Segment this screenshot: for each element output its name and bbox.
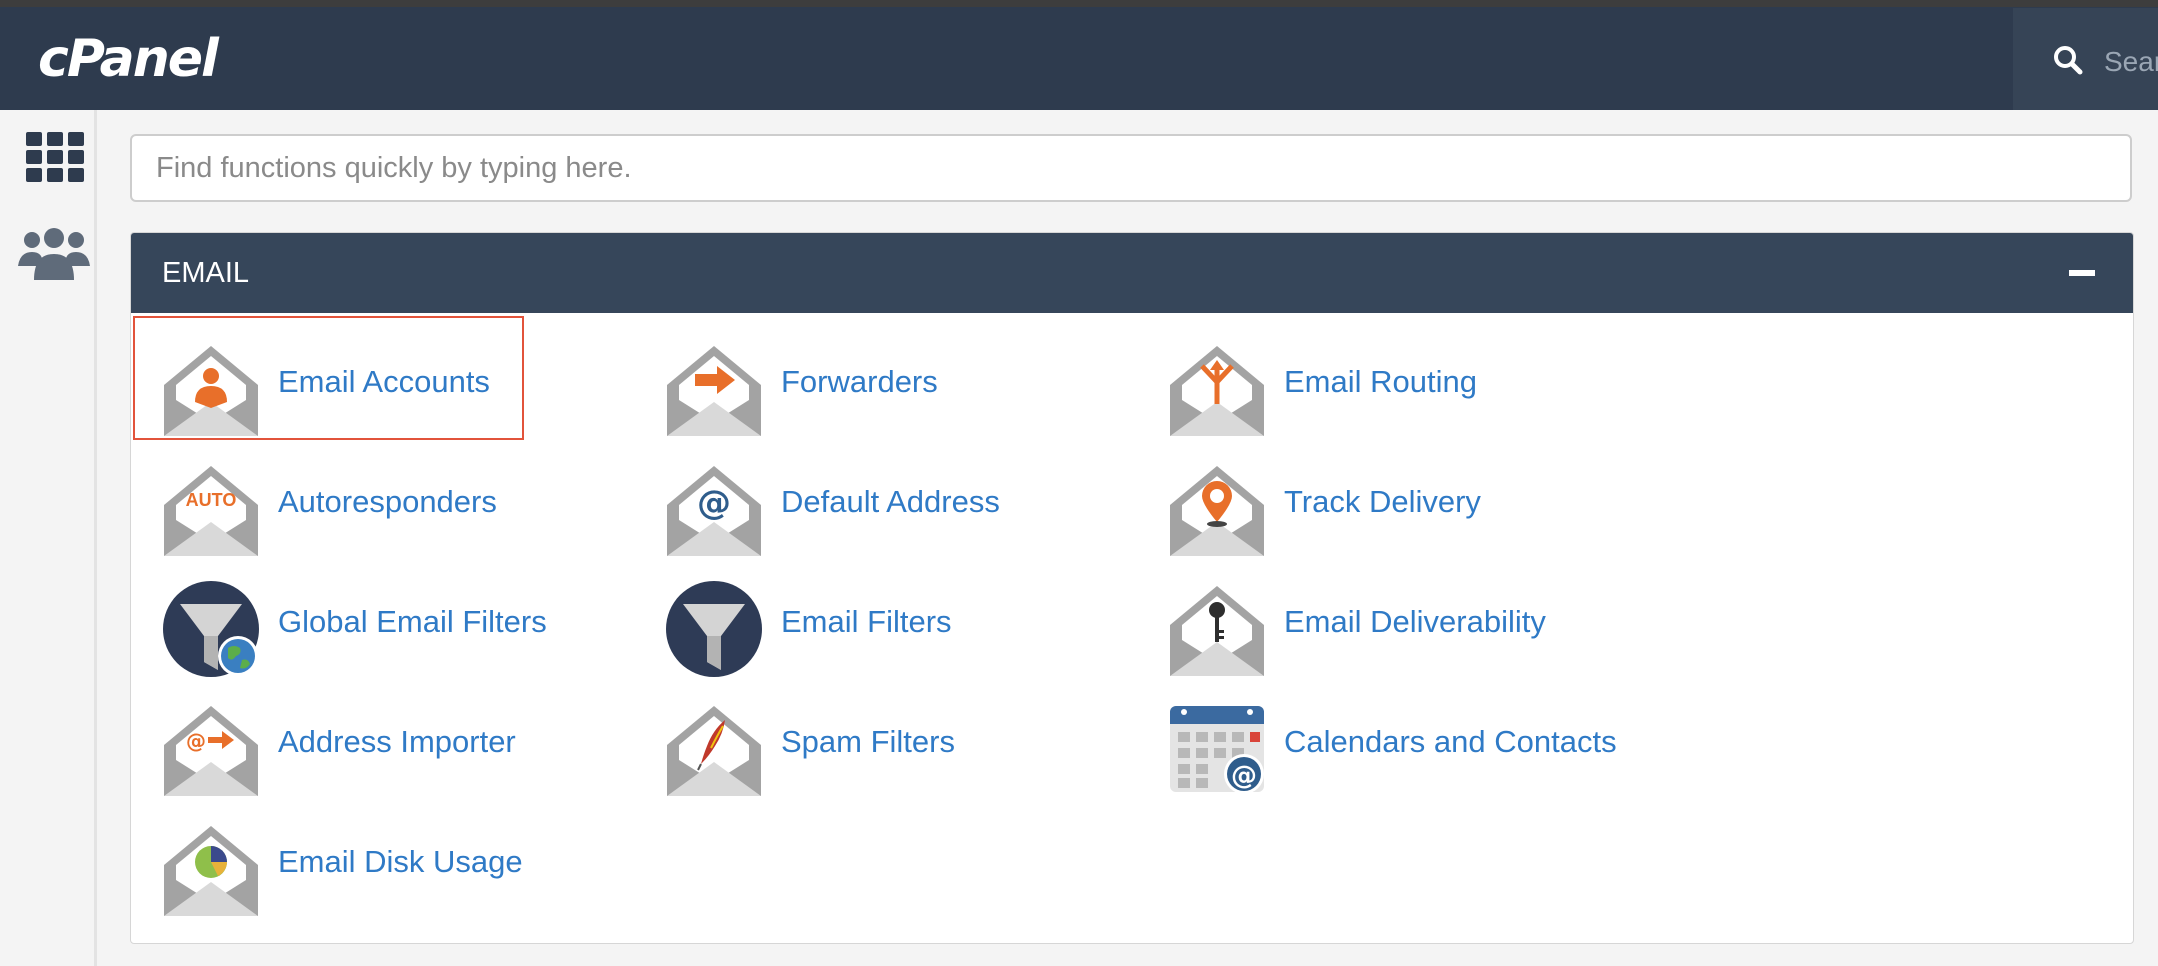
email-disk-usage-link[interactable]: Email Disk Usage: [135, 798, 535, 918]
email-disk-usage-icon: [164, 826, 258, 916]
email-accounts-link[interactable]: Email Accounts: [133, 316, 524, 440]
email-section: EMAIL Email Accounts Forwarders Email Ro…: [130, 232, 2134, 944]
header-search-placeholder: Search: [2104, 46, 2158, 77]
grid-icon[interactable]: [26, 132, 84, 182]
section-header[interactable]: EMAIL: [131, 233, 2133, 313]
track-delivery-link[interactable]: Track Delivery: [1141, 438, 1541, 558]
autoresponders-icon: AUTO: [164, 466, 258, 556]
spam-filters-link[interactable]: Spam Filters: [638, 678, 1038, 798]
global-email-filters-icon: [163, 581, 259, 677]
calendars-contacts-link[interactable]: @ Calendars and Contacts: [1141, 678, 1617, 798]
item-label: Email Routing: [1284, 364, 1477, 399]
email-routing-link[interactable]: Email Routing: [1141, 318, 1541, 438]
item-label: Forwarders: [781, 364, 938, 399]
svg-text:@: @: [697, 483, 731, 523]
item-label: Track Delivery: [1284, 484, 1481, 519]
svg-text:@: @: [1231, 761, 1257, 791]
forwarders-icon: [667, 346, 761, 436]
item-label: Default Address: [781, 484, 1000, 519]
item-label: Email Deliverability: [1284, 604, 1546, 639]
quick-search-input[interactable]: [130, 134, 2132, 202]
calendars-contacts-icon: @: [1170, 706, 1264, 794]
default-address-link[interactable]: @ Default Address: [638, 438, 1038, 558]
item-label: Email Disk Usage: [278, 844, 523, 879]
svg-text:@: @: [186, 729, 206, 753]
item-label: Global Email Filters: [278, 604, 547, 639]
users-icon[interactable]: [18, 228, 90, 280]
item-label: Email Accounts: [278, 364, 490, 399]
collapse-icon[interactable]: [2069, 270, 2095, 276]
svg-text:AUTO: AUTO: [186, 490, 237, 510]
item-label: Spam Filters: [781, 724, 955, 759]
sidebar: [0, 110, 97, 966]
default-address-icon: @: [667, 466, 761, 556]
email-accounts-icon: [164, 346, 258, 436]
track-delivery-icon: [1170, 466, 1264, 556]
email-deliverability-icon: [1170, 586, 1264, 676]
email-filters-link[interactable]: Email Filters: [638, 558, 1038, 678]
item-label: Address Importer: [278, 724, 516, 759]
item-label: Autoresponders: [278, 484, 497, 519]
section-title: EMAIL: [162, 257, 250, 289]
address-importer-icon: @: [164, 706, 258, 796]
address-importer-link[interactable]: @ Address Importer: [135, 678, 535, 798]
forwarders-link[interactable]: Forwarders: [638, 318, 1038, 438]
top-border: [0, 0, 2158, 7]
autoresponders-link[interactable]: AUTO Autoresponders: [135, 438, 535, 558]
email-filters-icon: [666, 581, 762, 677]
search-icon: [2054, 46, 2083, 75]
spam-filters-icon: [667, 706, 761, 796]
cpanel-logo[interactable]: cPanel: [38, 33, 219, 85]
email-routing-icon: [1170, 346, 1264, 436]
top-header: cPanel Search: [0, 7, 2158, 110]
header-search[interactable]: Search: [2013, 8, 2158, 110]
item-label: Calendars and Contacts: [1284, 724, 1617, 759]
email-deliverability-link[interactable]: Email Deliverability: [1141, 558, 1561, 678]
global-email-filters-link[interactable]: Global Email Filters: [135, 558, 547, 678]
item-label: Email Filters: [781, 604, 952, 639]
